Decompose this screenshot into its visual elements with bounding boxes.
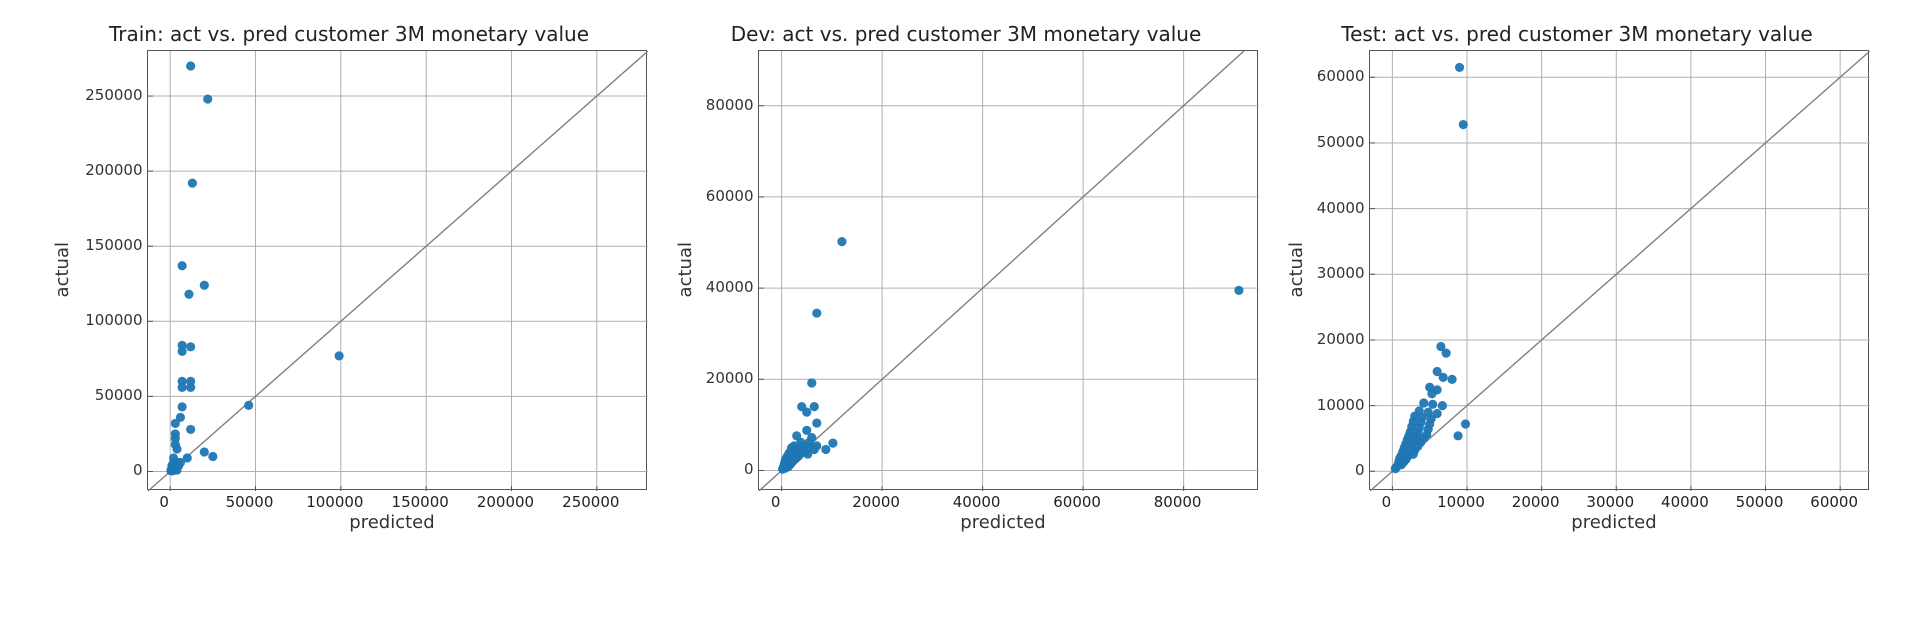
x-axis-label: predicted bbox=[142, 512, 642, 533]
plot-row: actual 0 20000 40000 60000 80000 bbox=[675, 50, 1258, 490]
scatter-panel-1: Dev: act vs. pred customer 3M monetary v… bbox=[675, 22, 1258, 533]
x-tick-label: 40000 bbox=[1661, 493, 1709, 511]
grid bbox=[759, 51, 1259, 491]
x-tick-label: 150000 bbox=[392, 493, 449, 511]
y-tick-label: 50000 bbox=[1317, 133, 1365, 151]
axes bbox=[1369, 50, 1869, 490]
x-tick-label: 30000 bbox=[1586, 493, 1634, 511]
axes bbox=[758, 50, 1258, 490]
x-tick-label: 200000 bbox=[477, 493, 534, 511]
y-axis-label: actual bbox=[1286, 242, 1307, 297]
y-ticks: 0 50000 100000 150000 200000 250000 bbox=[75, 50, 147, 490]
x-tick-label: 100000 bbox=[306, 493, 363, 511]
axes-svg bbox=[1370, 51, 1870, 491]
identity-line bbox=[148, 51, 648, 491]
x-tick-label: 60000 bbox=[1810, 493, 1858, 511]
axes-svg bbox=[759, 51, 1259, 491]
y-tick-label: 250000 bbox=[85, 86, 142, 104]
identity-line bbox=[759, 51, 1244, 491]
x-axis-label: predicted bbox=[753, 512, 1253, 533]
y-tick-label: 80000 bbox=[706, 96, 754, 114]
figure: Train: act vs. pred customer 3M monetary… bbox=[0, 0, 1920, 543]
x-ticks: 0 20000 40000 60000 80000 bbox=[753, 490, 1253, 510]
x-tick-label: 80000 bbox=[1154, 493, 1202, 511]
plot-row: actual 0 10000 20000 30000 40000 50000 60000 bbox=[1286, 50, 1869, 490]
x-axis-label: predicted bbox=[1364, 512, 1864, 533]
x-tick-label: 40000 bbox=[953, 493, 1001, 511]
plot-row: actual 0 50000 100000 150000 200000 250000 bbox=[52, 50, 647, 490]
y-tick-label: 200000 bbox=[85, 161, 142, 179]
axes bbox=[147, 50, 647, 490]
y-tick-label: 0 bbox=[1355, 461, 1365, 479]
identity-line bbox=[1370, 51, 1870, 491]
y-tick-label: 20000 bbox=[706, 369, 754, 387]
y-axis-label: actual bbox=[675, 242, 696, 297]
scatter-points bbox=[778, 237, 1243, 474]
y-tick-label: 30000 bbox=[1317, 264, 1365, 282]
x-tick-label: 60000 bbox=[1053, 493, 1101, 511]
scatter-panel-0: Train: act vs. pred customer 3M monetary… bbox=[52, 22, 647, 533]
y-tick-label: 60000 bbox=[1317, 67, 1365, 85]
x-ticks: 0 50000 100000 150000 200000 250000 bbox=[142, 490, 642, 510]
y-ticks: 0 20000 40000 60000 80000 bbox=[698, 50, 758, 490]
x-tick-label: 50000 bbox=[1736, 493, 1784, 511]
x-ticks: 0 10000 20000 30000 40000 50000 60000 bbox=[1364, 490, 1864, 510]
x-tick-label: 20000 bbox=[1512, 493, 1560, 511]
x-tick-label: 50000 bbox=[226, 493, 274, 511]
y-tick-label: 0 bbox=[133, 461, 143, 479]
x-tick-label: 0 bbox=[159, 493, 169, 511]
y-tick-label: 50000 bbox=[95, 386, 143, 404]
scatter-points bbox=[1390, 63, 1469, 473]
x-tick-label: 0 bbox=[771, 493, 781, 511]
x-tick-label: 0 bbox=[1382, 493, 1392, 511]
x-tick-label: 10000 bbox=[1437, 493, 1485, 511]
y-tick-label: 100000 bbox=[85, 311, 142, 329]
scatter-panel-2: Test: act vs. pred customer 3M monetary … bbox=[1286, 22, 1869, 533]
panel-title: Dev: act vs. pred customer 3M monetary v… bbox=[731, 22, 1202, 46]
panel-title: Train: act vs. pred customer 3M monetary… bbox=[109, 22, 589, 46]
x-tick-label: 250000 bbox=[562, 493, 619, 511]
y-tick-label: 60000 bbox=[706, 187, 754, 205]
x-tick-label: 20000 bbox=[852, 493, 900, 511]
y-tick-label: 40000 bbox=[1317, 199, 1365, 217]
y-axis-label: actual bbox=[52, 242, 73, 297]
panel-title: Test: act vs. pred customer 3M monetary … bbox=[1341, 22, 1812, 46]
y-tick-label: 40000 bbox=[706, 278, 754, 296]
y-tick-label: 10000 bbox=[1317, 396, 1365, 414]
y-tick-label: 0 bbox=[744, 460, 754, 478]
y-tick-label: 150000 bbox=[85, 236, 142, 254]
axes-svg bbox=[148, 51, 648, 491]
y-tick-label: 20000 bbox=[1317, 330, 1365, 348]
y-ticks: 0 10000 20000 30000 40000 50000 60000 bbox=[1309, 50, 1369, 490]
